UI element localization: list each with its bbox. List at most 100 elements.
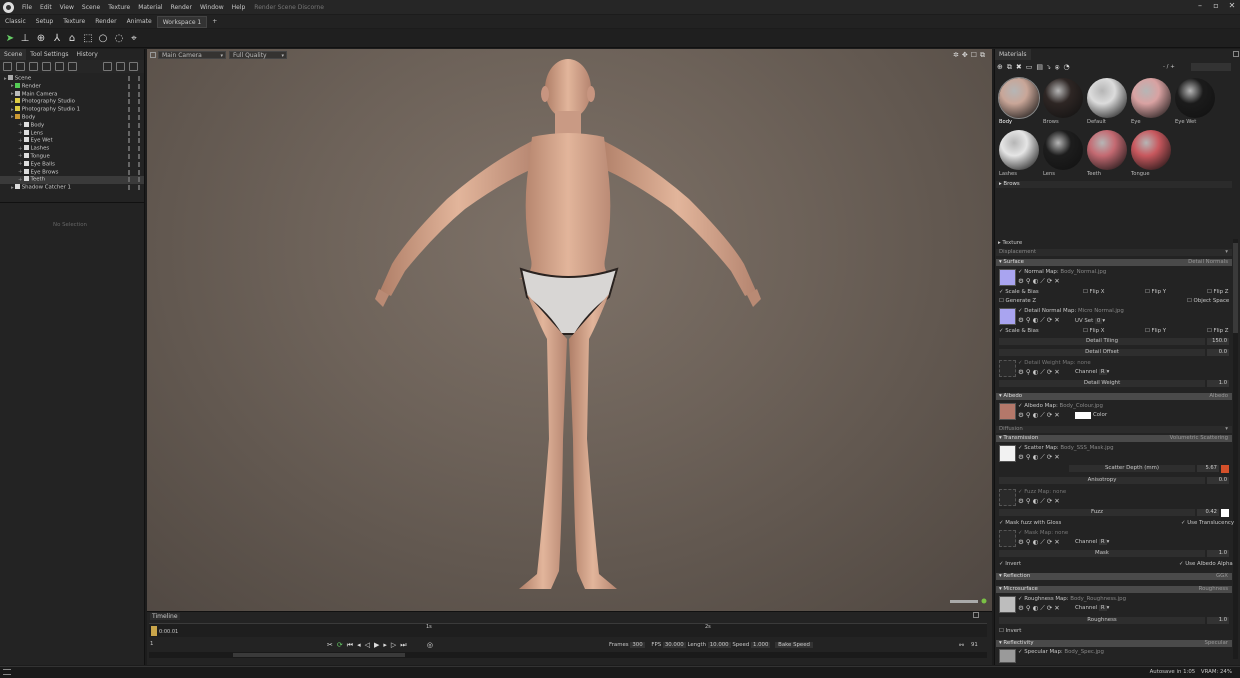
- export-material-icon[interactable]: ◔: [1064, 63, 1074, 71]
- visibility-lock-icon[interactable]: [128, 91, 140, 97]
- move-icon[interactable]: ⊥: [18, 32, 32, 45]
- duplicate-material-icon[interactable]: ⧉: [1007, 63, 1016, 71]
- material-slot[interactable]: Default: [1085, 77, 1128, 127]
- tree-item[interactable]: + Tongue: [0, 152, 144, 161]
- length-field[interactable]: 10.000: [707, 642, 731, 648]
- timeline-scroll-thumb[interactable]: [233, 653, 405, 657]
- play-forward-icon[interactable]: ▷: [391, 641, 400, 649]
- use-albedo-alpha-checkbox[interactable]: ✓ Use Albedo Alpha: [1179, 561, 1233, 567]
- material-slot[interactable]: Teeth: [1085, 129, 1128, 179]
- albedo-map-thumb[interactable]: [999, 403, 1016, 420]
- mask-slider[interactable]: Mask: [999, 550, 1205, 557]
- visibility-lock-icon[interactable]: [128, 107, 140, 113]
- use-translucency-checkbox[interactable]: ✓ Use Translucency: [1181, 520, 1234, 526]
- fuzz-field[interactable]: 0.42: [1197, 509, 1219, 516]
- section-brows[interactable]: ▸ Brows: [996, 181, 1232, 188]
- detail-offset-slider[interactable]: Detail Offset: [999, 349, 1205, 356]
- timeline-popout-icon[interactable]: [973, 612, 979, 618]
- detail-weight-tools[interactable]: ⚙⚲◐⟋⟳✕: [1018, 369, 1062, 376]
- tree-item[interactable]: + Eye Balls: [0, 160, 144, 169]
- tree-item[interactable]: + Eye Wet: [0, 137, 144, 145]
- section-texture[interactable]: ▸ Texture: [998, 240, 1022, 246]
- generate-z-checkbox[interactable]: ☐ Generate Z: [999, 298, 1036, 304]
- invert-checkbox-2[interactable]: ☐ Invert: [999, 628, 1021, 634]
- normal-map-tools[interactable]: ⚙⚲◐⟋⟳✕: [1018, 278, 1062, 285]
- section-microsurface[interactable]: ▾ Microsurface Roughness: [996, 586, 1232, 593]
- tree-item[interactable]: + Body: [0, 121, 144, 130]
- minimize-icon[interactable]: –: [1194, 1, 1206, 12]
- material-slot[interactable]: Eye: [1129, 77, 1172, 127]
- tab-texture[interactable]: Texture: [58, 16, 90, 28]
- detail-offset-field[interactable]: 0.0: [1207, 349, 1229, 356]
- detail-weight-slider[interactable]: Detail Weight: [999, 380, 1205, 387]
- open-folder-icon[interactable]: ▭: [1026, 63, 1037, 71]
- menu-texture[interactable]: Texture: [105, 4, 133, 11]
- detail-weight-thumb[interactable]: [999, 360, 1016, 377]
- menu-render[interactable]: Render: [168, 4, 195, 11]
- step-forward-icon[interactable]: ▸: [383, 641, 391, 649]
- expand-icon[interactable]: +: [18, 169, 23, 175]
- detail-flip-y-checkbox[interactable]: ☐ Flip Y: [1145, 328, 1166, 334]
- detail-normal-thumb[interactable]: [999, 308, 1016, 325]
- channel-select-1[interactable]: Channel R ▾: [1075, 369, 1109, 375]
- channel-select-2[interactable]: Channel R ▾: [1075, 539, 1109, 545]
- link-icon[interactable]: ⚯: [959, 642, 964, 649]
- tab-tool-settings[interactable]: Tool Settings: [26, 49, 72, 60]
- scatter-depth-field[interactable]: 5.67: [1197, 465, 1219, 472]
- mask-fuzz-checkbox[interactable]: ✓ Mask fuzz with Gloss: [999, 520, 1061, 526]
- delete-material-icon[interactable]: ✖: [1016, 63, 1026, 71]
- expand-icon[interactable]: +: [18, 138, 23, 144]
- roughness-map-thumb[interactable]: [999, 596, 1016, 613]
- playhead[interactable]: [151, 626, 157, 636]
- tab-history[interactable]: History: [72, 49, 101, 60]
- tree-item[interactable]: + Teeth: [0, 176, 144, 185]
- scale-bias-checkbox[interactable]: ✓ Scale & Bias: [999, 289, 1039, 295]
- section-diffusion[interactable]: Diffusion ▾: [996, 426, 1232, 433]
- refresh-material-icon[interactable]: ⦿: [1055, 63, 1064, 71]
- material-slot[interactable]: Lens: [1041, 129, 1084, 179]
- expand-icon[interactable]: +: [18, 146, 23, 152]
- add-camera-icon[interactable]: [29, 62, 38, 71]
- visibility-lock-icon[interactable]: [128, 138, 140, 144]
- materials-popout-icon[interactable]: [1233, 51, 1239, 57]
- visibility-lock-icon[interactable]: [128, 99, 140, 105]
- close-icon[interactable]: ✕: [1226, 1, 1238, 12]
- section-surface[interactable]: ▾ Surface Detail Normals: [996, 259, 1232, 266]
- tab-workspace-1[interactable]: Workspace 1: [156, 15, 208, 28]
- mask-map-thumb[interactable]: [999, 530, 1016, 547]
- menu-scene[interactable]: Scene: [79, 4, 103, 11]
- detail-tiling-slider[interactable]: Detail Tiling: [999, 338, 1205, 345]
- uv-set-select[interactable]: UV Set 0 ▾: [1075, 318, 1105, 324]
- visibility-lock-icon[interactable]: [128, 130, 140, 136]
- app-logo-icon[interactable]: [3, 1, 14, 13]
- tree-item[interactable]: + Lashes: [0, 145, 144, 153]
- tree-item[interactable]: ▸ Scene: [0, 75, 144, 83]
- detail-weight-field[interactable]: 1.0: [1207, 380, 1229, 387]
- detail-scale-bias-checkbox[interactable]: ✓ Scale & Bias: [999, 328, 1039, 334]
- section-albedo[interactable]: ▾ Albedo Albedo: [996, 393, 1232, 400]
- detail-normal-tools[interactable]: ⚙⚲◐⟋⟳✕: [1018, 317, 1062, 324]
- fps-field[interactable]: 30.000: [662, 642, 686, 648]
- viewport[interactable]: Main Camera ▾ Full Quality ▾ ✲✥☐⧉: [147, 49, 992, 611]
- bake-speed-button[interactable]: Bake Speed: [775, 642, 813, 648]
- menu-view[interactable]: View: [57, 4, 77, 11]
- add-group-icon[interactable]: [42, 62, 51, 71]
- roughness-field[interactable]: 1.0: [1207, 617, 1229, 624]
- detail-flip-x-checkbox[interactable]: ☐ Flip X: [1083, 328, 1104, 334]
- visibility-lock-icon[interactable]: [128, 114, 140, 120]
- lasso-icon[interactable]: ◌: [112, 32, 126, 45]
- tree-item[interactable]: + Eye Brows: [0, 168, 144, 177]
- tree-item[interactable]: ▸ Render: [0, 82, 144, 91]
- fuzz-map-thumb[interactable]: [999, 489, 1016, 506]
- albedo-color-swatch[interactable]: [1075, 412, 1091, 419]
- loop-icon[interactable]: ⟳: [337, 641, 347, 649]
- new-material-icon[interactable]: ⊕: [997, 63, 1007, 71]
- duplicate-icon[interactable]: [116, 62, 125, 71]
- add-object-icon[interactable]: [3, 62, 12, 71]
- tree-item[interactable]: ▸ Photography Studio 1: [0, 106, 144, 114]
- picker-icon[interactable]: ⤵: [1047, 63, 1055, 71]
- tree-item[interactable]: ▸ Photography Studio: [0, 98, 144, 106]
- select-arrow-icon[interactable]: ➤: [3, 32, 17, 45]
- play-reverse-icon[interactable]: ◁: [365, 641, 374, 649]
- object-space-checkbox[interactable]: ☐ Object Space: [1187, 298, 1229, 304]
